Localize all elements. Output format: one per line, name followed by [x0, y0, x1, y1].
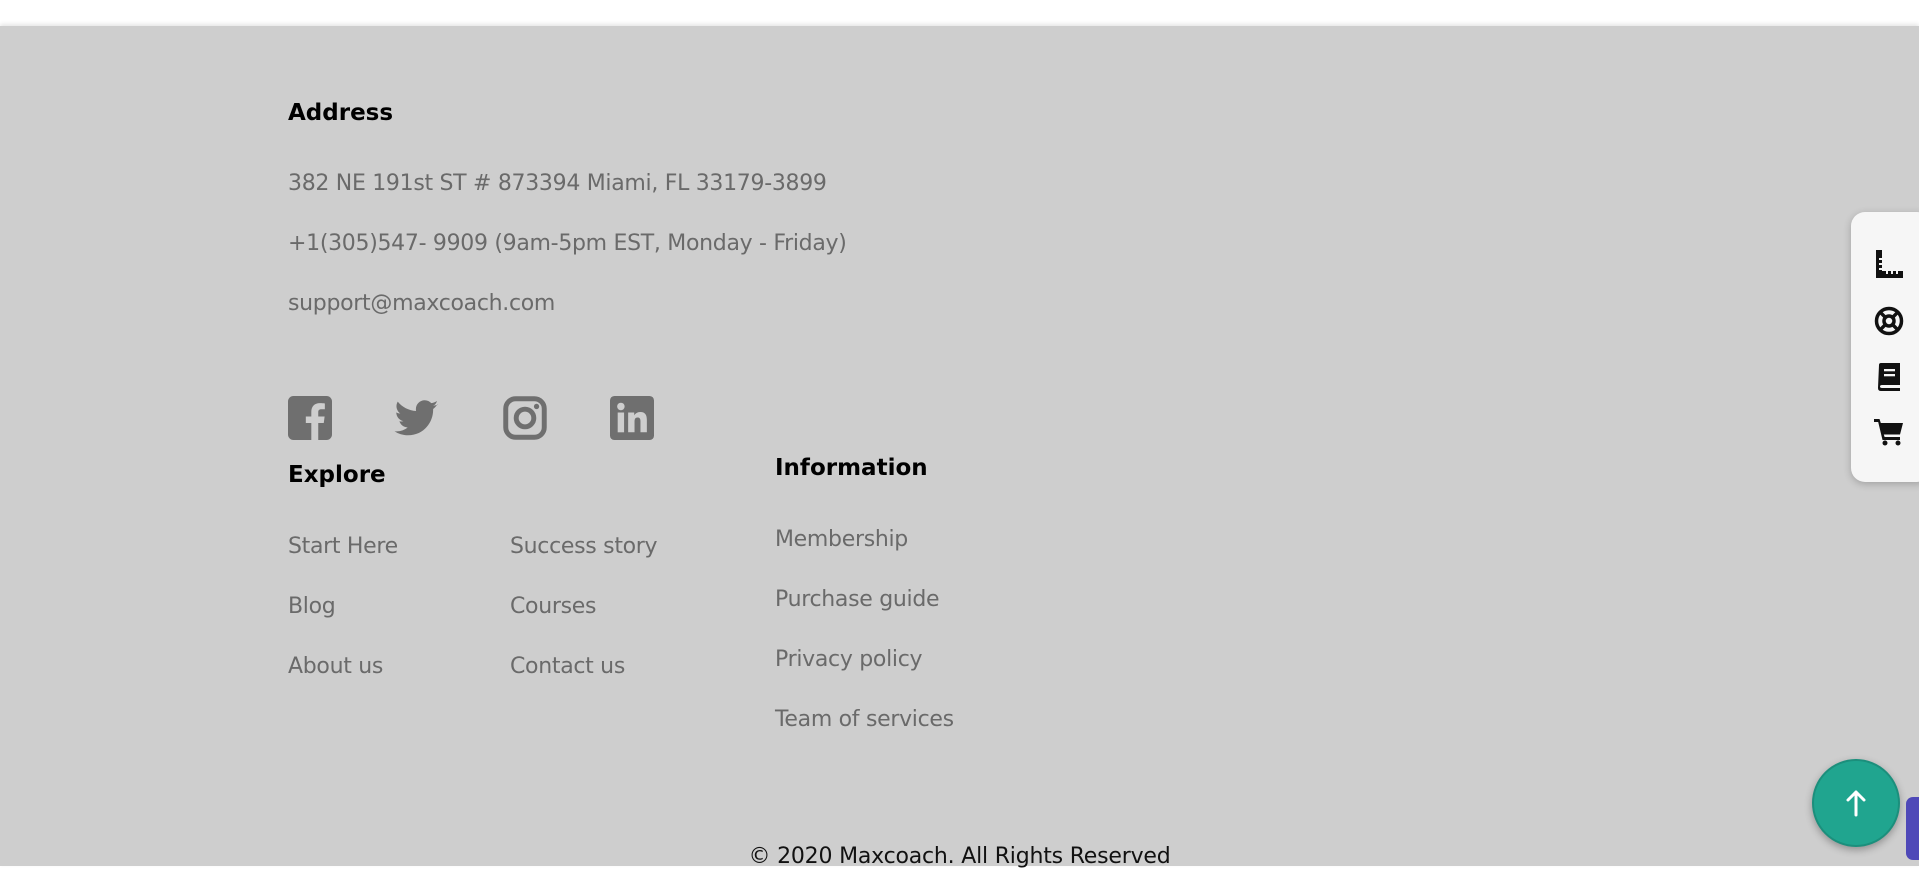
- explore-link-contact-us[interactable]: Contact us: [510, 654, 625, 679]
- explore-link-courses[interactable]: Courses: [510, 594, 596, 619]
- explore-heading: Explore: [288, 462, 386, 488]
- side-toolbar: [1851, 212, 1919, 482]
- book-icon: [1878, 363, 1900, 391]
- support-button[interactable]: [1873, 305, 1905, 337]
- information-link-privacy-policy[interactable]: Privacy policy: [775, 647, 923, 672]
- instagram-icon: [503, 396, 547, 440]
- explore-link-start-here[interactable]: Start Here: [288, 534, 398, 559]
- twitter-link[interactable]: [393, 396, 441, 440]
- cart-button[interactable]: [1873, 415, 1905, 447]
- explore-link-blog[interactable]: Blog: [288, 594, 336, 619]
- arrow-up-icon: [1846, 790, 1866, 817]
- ruler-icon: [1876, 250, 1903, 278]
- facebook-link[interactable]: [288, 396, 332, 440]
- docs-button[interactable]: [1873, 361, 1905, 393]
- linkedin-link[interactable]: [610, 396, 654, 440]
- instagram-link[interactable]: [503, 396, 547, 440]
- twitter-icon: [394, 400, 439, 436]
- information-link-purchase-guide[interactable]: Purchase guide: [775, 587, 940, 612]
- information-link-membership[interactable]: Membership: [775, 527, 908, 552]
- address-street: 382 NE 191st ST # 873394 Miami, FL 33179…: [288, 171, 827, 196]
- explore-link-about-us[interactable]: About us: [288, 654, 383, 679]
- support-icon: [1874, 306, 1904, 336]
- information-heading: Information: [775, 455, 928, 481]
- information-link-team-of-services[interactable]: Team of services: [775, 707, 954, 732]
- back-to-top-button[interactable]: [1812, 759, 1900, 847]
- copyright-text: © 2020 Maxcoach. All Rights Reserved: [748, 844, 1171, 869]
- address-phone[interactable]: +1(305)547- 9909 (9am-5pm EST, Monday - …: [288, 231, 847, 256]
- explore-link-success-story[interactable]: Success story: [510, 534, 658, 559]
- facebook-icon: [288, 396, 332, 440]
- address-email[interactable]: support@maxcoach.com: [288, 291, 555, 316]
- site-footer: Address 382 NE 191st ST # 873394 Miami, …: [0, 26, 1919, 869]
- ruler-button[interactable]: [1873, 248, 1905, 280]
- scrollbar-thumb[interactable]: [1906, 797, 1919, 860]
- cart-icon: [1874, 419, 1903, 446]
- linkedin-icon: [610, 396, 654, 440]
- address-heading: Address: [288, 100, 394, 126]
